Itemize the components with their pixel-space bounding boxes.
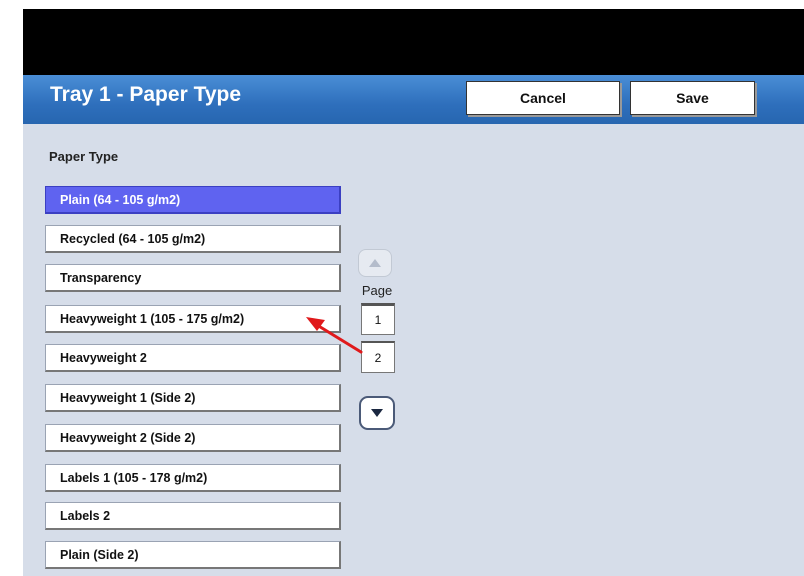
page-2-button[interactable]: 2 — [361, 341, 395, 373]
paper-type-item-transparency[interactable]: Transparency — [45, 264, 341, 292]
paper-type-label: Paper Type — [49, 149, 119, 164]
paper-type-item-labels-1[interactable]: Labels 1 (105 - 178 g/m2) — [45, 464, 341, 492]
triangle-up-icon — [369, 259, 381, 267]
scroll-up-button[interactable] — [358, 249, 392, 277]
paper-type-item-heavyweight-2-side-2[interactable]: Heavyweight 2 (Side 2) — [45, 424, 341, 452]
triangle-down-icon — [371, 409, 383, 417]
page-1-button[interactable]: 1 — [361, 303, 395, 335]
scroll-down-button[interactable] — [359, 396, 395, 430]
paper-type-item-plain-side-2[interactable]: Plain (Side 2) — [45, 541, 341, 569]
cancel-button[interactable]: Cancel — [466, 81, 620, 115]
paper-type-item-plain[interactable]: Plain (64 - 105 g/m2) — [45, 186, 341, 214]
page-title: Tray 1 - Paper Type — [50, 83, 242, 106]
paper-type-item-heavyweight-1-side-2[interactable]: Heavyweight 1 (Side 2) — [45, 384, 341, 412]
paper-type-item-heavyweight-1[interactable]: Heavyweight 1 (105 - 175 g/m2) — [45, 305, 341, 333]
screen: Tray 1 - Paper Type Cancel Save Paper Ty… — [23, 9, 804, 576]
paper-type-item-labels-2[interactable]: Labels 2 — [45, 502, 341, 530]
page-label: Page — [361, 283, 393, 298]
paper-type-item-recycled[interactable]: Recycled (64 - 105 g/m2) — [45, 225, 341, 253]
save-button[interactable]: Save — [630, 81, 755, 115]
top-black-bar — [23, 9, 804, 75]
paper-type-item-heavyweight-2[interactable]: Heavyweight 2 — [45, 344, 341, 372]
